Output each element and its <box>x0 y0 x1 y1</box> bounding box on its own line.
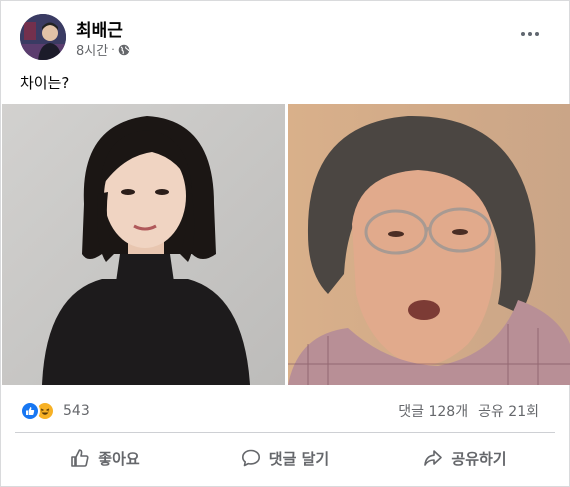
shares-count[interactable]: 공유 21회 <box>478 401 539 421</box>
post-meta: 8시간 · <box>76 40 130 59</box>
post-header: 최배근 8시간 · <box>20 14 560 60</box>
post-text: 차이는? <box>20 74 70 92</box>
reaction-count: 543 <box>63 403 90 419</box>
comment-icon <box>241 449 260 467</box>
author-name[interactable]: 최배근 <box>76 16 123 41</box>
avatar-image <box>20 14 66 60</box>
engagement-counts: 댓글 128개 공유 21회 <box>398 401 539 421</box>
like-reaction-icon <box>20 401 40 421</box>
comment-label: 댓글 달기 <box>268 449 330 468</box>
comment-button[interactable]: 댓글 달기 <box>195 437 375 479</box>
more-dot-icon <box>528 32 532 36</box>
actions-divider <box>15 432 555 433</box>
share-label: 공유하기 <box>451 449 507 468</box>
photo-left[interactable] <box>2 104 285 385</box>
more-options-button[interactable] <box>516 24 544 44</box>
photo-left-image <box>2 104 285 385</box>
share-icon <box>424 450 443 466</box>
like-label: 좋아요 <box>98 449 140 468</box>
like-button[interactable]: 좋아요 <box>15 437 195 479</box>
photo-right-image <box>288 104 570 385</box>
photo-right[interactable] <box>288 104 570 385</box>
facebook-post: 최배근 8시간 · 차이는? 543 댓글 128개 공유 21회 좋아요 댓글… <box>0 0 570 487</box>
globe-icon <box>118 44 130 55</box>
more-dot-icon <box>535 32 539 36</box>
more-dot-icon <box>521 32 525 36</box>
comments-count[interactable]: 댓글 128개 <box>398 401 468 421</box>
reaction-summary[interactable]: 543 <box>20 399 90 423</box>
post-time[interactable]: 8시간 <box>76 40 108 59</box>
post-images <box>1 104 570 385</box>
meta-separator: · <box>111 43 115 56</box>
thumbs-up-icon <box>71 449 89 467</box>
avatar[interactable] <box>20 14 66 60</box>
post-actions: 좋아요 댓글 달기 공유하기 <box>15 437 555 479</box>
share-button[interactable]: 공유하기 <box>375 437 555 479</box>
